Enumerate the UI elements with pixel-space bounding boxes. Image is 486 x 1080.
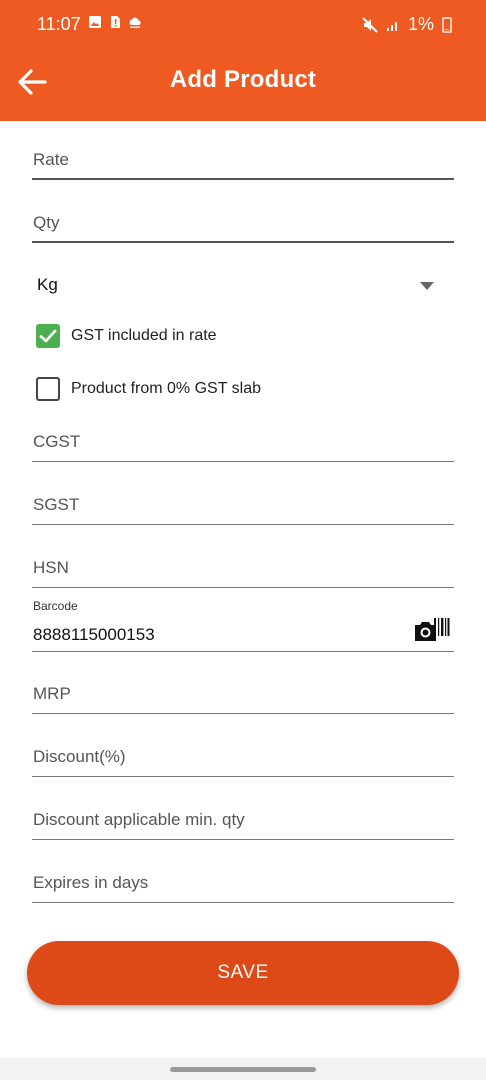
- hsn-input[interactable]: HSN: [32, 548, 454, 588]
- sim-alert-icon: [111, 16, 120, 28]
- cloud-icon: [129, 17, 141, 28]
- mrp-input[interactable]: MRP: [32, 674, 454, 714]
- image-icon: [89, 16, 101, 28]
- dropdown-arrow-icon: [420, 282, 434, 290]
- mrp-placeholder: MRP: [33, 684, 71, 703]
- sgst-placeholder: SGST: [33, 495, 80, 514]
- cgst-input[interactable]: CGST: [32, 422, 454, 462]
- expires-days-placeholder: Expires in days: [33, 873, 149, 892]
- signal-icon: [386, 21, 397, 31]
- system-nav-bar: [0, 1058, 486, 1080]
- rate-placeholder: Rate: [33, 150, 69, 169]
- rate-input[interactable]: Rate: [32, 140, 454, 180]
- barcode-label: Barcode: [33, 599, 78, 613]
- mute-icon: [362, 16, 378, 33]
- checkbox-unchecked-icon[interactable]: [36, 377, 60, 401]
- unit-selected-value: Kg: [37, 275, 58, 294]
- gst-included-label: GST included in rate: [71, 327, 217, 344]
- expires-days-input[interactable]: Expires in days: [32, 863, 454, 903]
- cgst-placeholder: CGST: [33, 432, 81, 451]
- discount-min-qty-input[interactable]: Discount applicable min. qty: [32, 800, 454, 840]
- barcode-scan-icon[interactable]: [414, 616, 450, 644]
- status-notification-icons: [88, 15, 142, 29]
- hsn-placeholder: HSN: [33, 558, 69, 577]
- save-button[interactable]: SAVE: [27, 941, 459, 1005]
- unit-dropdown[interactable]: Kg: [32, 263, 454, 303]
- gst-included-checkbox[interactable]: GST included in rate: [36, 324, 217, 348]
- barcode-value: 8888115000153: [33, 625, 155, 644]
- discount-placeholder: Discount(%): [33, 747, 126, 766]
- qty-placeholder: Qty: [33, 213, 60, 232]
- home-gesture-handle[interactable]: [170, 1067, 316, 1072]
- qty-input[interactable]: Qty: [32, 203, 454, 243]
- status-time: 11:07: [37, 14, 81, 34]
- battery-percent: 1%: [407, 14, 434, 34]
- discount-input[interactable]: Discount(%): [32, 737, 454, 777]
- sgst-input[interactable]: SGST: [32, 485, 454, 525]
- page-title: Add Product: [169, 66, 317, 93]
- status-right-icons: 1%: [362, 14, 452, 35]
- app-bar: Add Product: [0, 42, 486, 121]
- status-bar: 11:07 1%: [0, 0, 486, 42]
- barcode-field[interactable]: Barcode 8888115000153: [32, 598, 454, 652]
- discount-min-qty-placeholder: Discount applicable min. qty: [33, 810, 245, 829]
- battery-icon: [442, 16, 452, 33]
- zero-gst-checkbox[interactable]: Product from 0% GST slab: [36, 377, 261, 401]
- checkbox-checked-icon[interactable]: [36, 324, 60, 348]
- zero-gst-label: Product from 0% GST slab: [71, 380, 261, 397]
